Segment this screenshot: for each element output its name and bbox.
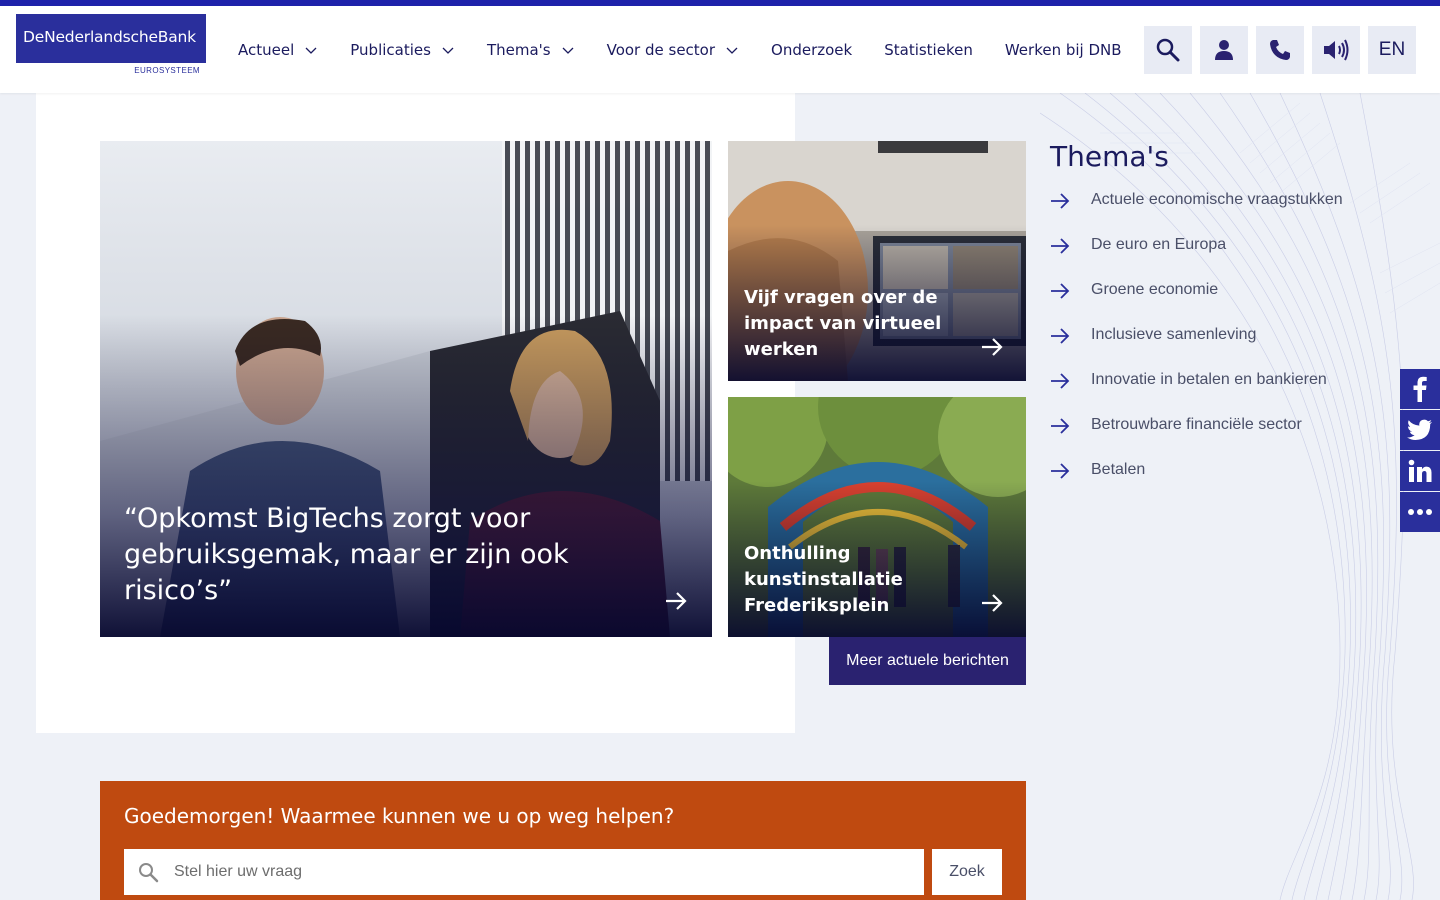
news-card-title: Vijf vragen over de impact van virtueel … <box>744 287 942 360</box>
phone-icon <box>1270 40 1290 60</box>
nav-item-label: Statistieken <box>884 40 973 59</box>
nav-item-statistieken[interactable]: Statistieken <box>884 41 973 59</box>
arrow-right-icon <box>982 338 1003 356</box>
facebook-share-button[interactable] <box>1400 369 1440 409</box>
help-search-input[interactable] <box>174 863 894 881</box>
chevron-down-icon <box>562 47 574 54</box>
logo-subtitle: EUROSYSTEEM <box>16 63 206 81</box>
theme-link[interactable]: Betalen <box>1050 458 1350 482</box>
arrow-right-icon <box>666 592 687 610</box>
readspeaker-button[interactable] <box>1312 26 1360 74</box>
news-card-title: Onthulling kunstinstallatie Frederiksple… <box>744 543 903 616</box>
theme-label: Betalen <box>1091 461 1146 478</box>
nav-item-werken-bij-dnb[interactable]: Werken bij DNB <box>1005 41 1122 59</box>
search-icon <box>1156 38 1180 62</box>
nav-item-publicaties[interactable]: Publicaties <box>350 41 455 59</box>
chevron-down-icon <box>305 47 317 54</box>
nav-item-label: Publicaties <box>350 40 431 59</box>
main-navigation: Actueel Publicaties Thema's Voor de sect… <box>238 6 1154 93</box>
more-share-button[interactable] <box>1400 492 1440 532</box>
nav-item-voor-de-sector[interactable]: Voor de sector <box>607 41 739 59</box>
more-news-button[interactable]: Meer actuele berichten <box>829 637 1026 685</box>
theme-label: De euro en Europa <box>1091 236 1227 253</box>
help-search-panel: Goedemorgen! Waarmee kunnen we u op weg … <box>100 781 1026 900</box>
nav-item-label: Actueel <box>238 40 295 59</box>
themes-list: Actuele economische vraagstukken De euro… <box>1050 188 1350 503</box>
arrow-right-icon <box>982 594 1003 612</box>
theme-link[interactable]: Actuele economische vraagstukken <box>1050 188 1350 212</box>
theme-label: Inclusieve samenleving <box>1091 326 1257 343</box>
nav-item-label: Thema's <box>486 40 551 59</box>
nav-item-onderzoek[interactable]: Onderzoek <box>771 41 852 59</box>
more-icon <box>1408 509 1432 515</box>
arrow-right-icon <box>1051 373 1070 389</box>
featured-news-card[interactable]: “Opkomst BigTechs zorgt voor gebruiksgem… <box>100 141 712 637</box>
theme-link[interactable]: Groene economie <box>1050 278 1350 302</box>
theme-link[interactable]: Innovatie in betalen en bankieren <box>1050 368 1350 392</box>
nav-item-label: Werken bij DNB <box>1004 40 1122 59</box>
arrow-right-icon <box>1051 463 1070 479</box>
user-icon <box>1215 40 1233 60</box>
search-icon <box>139 863 159 883</box>
facebook-icon <box>1413 376 1427 402</box>
theme-link[interactable]: Betrouwbare financiële sector <box>1050 413 1350 437</box>
site-header: DeNederlandscheBank EUROSYSTEEM Actueel … <box>0 6 1440 93</box>
theme-link[interactable]: Inclusieve samenleving <box>1050 323 1350 347</box>
themes-heading: Thema's <box>1050 140 1169 173</box>
help-greeting: Goedemorgen! Waarmee kunnen we u op weg … <box>124 804 675 828</box>
featured-news-title: “Opkomst BigTechs zorgt voor gebruiksgem… <box>124 503 569 606</box>
linkedin-icon <box>1408 459 1432 482</box>
nav-item-themas[interactable]: Thema's <box>487 41 575 59</box>
linkedin-share-button[interactable] <box>1400 451 1440 491</box>
logo-name: DeNederlandscheBank <box>23 28 196 46</box>
nav-item-label: Voor de sector <box>606 40 716 59</box>
nav-item-label: Onderzoek <box>771 40 853 59</box>
language-switch[interactable]: EN <box>1368 26 1416 74</box>
theme-label: Groene economie <box>1091 281 1219 298</box>
chevron-down-icon <box>442 47 454 54</box>
arrow-right-icon <box>1051 418 1070 434</box>
theme-label: Innovatie in betalen en bankieren <box>1091 371 1327 388</box>
theme-label: Betrouwbare financiële sector <box>1091 416 1302 433</box>
twitter-share-button[interactable] <box>1400 410 1440 450</box>
theme-label: Actuele economische vraagstukken <box>1091 191 1343 208</box>
arrow-right-icon <box>1051 193 1070 209</box>
news-card-kunstinstallatie[interactable]: Onthulling kunstinstallatie Frederiksple… <box>728 397 1026 637</box>
theme-link[interactable]: De euro en Europa <box>1050 233 1350 257</box>
help-search-submit-button[interactable]: Zoek <box>932 849 1002 895</box>
twitter-icon <box>1407 419 1432 440</box>
arrow-right-icon <box>1051 283 1070 299</box>
help-search-field[interactable] <box>124 849 924 895</box>
arrow-right-icon <box>1051 328 1070 344</box>
contact-button[interactable] <box>1256 26 1304 74</box>
chevron-down-icon <box>726 47 738 54</box>
login-button[interactable] <box>1200 26 1248 74</box>
news-card-virtueel-werken[interactable]: Vijf vragen over de impact van virtueel … <box>728 141 1026 381</box>
social-share-bar <box>1400 369 1440 533</box>
speaker-icon <box>1324 39 1349 61</box>
arrow-right-icon <box>1051 238 1070 254</box>
search-button[interactable] <box>1144 26 1192 74</box>
nav-item-actueel[interactable]: Actueel <box>238 41 318 59</box>
